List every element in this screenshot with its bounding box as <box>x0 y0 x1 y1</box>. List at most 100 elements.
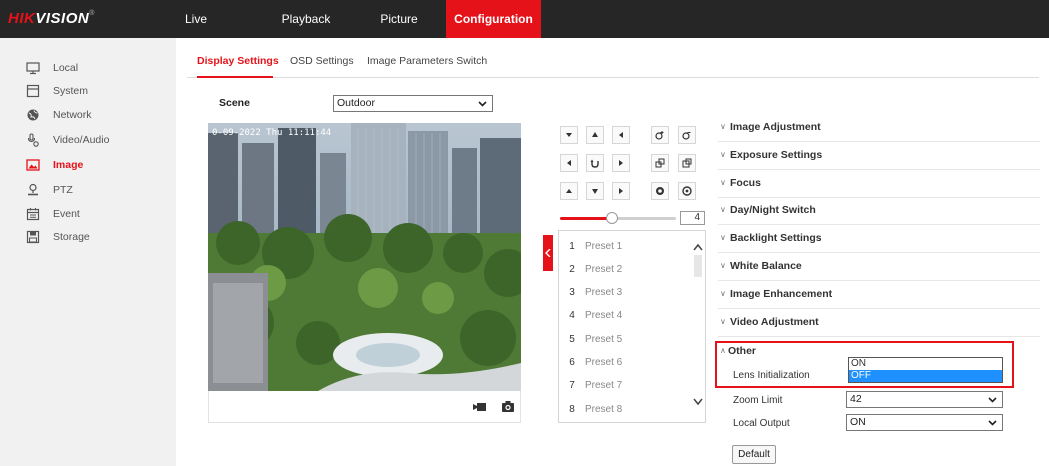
default-button[interactable]: Default <box>732 445 776 464</box>
chevron-left-icon <box>545 249 551 257</box>
preset-item[interactable]: 5 Preset 5 <box>559 328 689 350</box>
ptz-icon <box>28 183 38 196</box>
chevron-down-icon <box>988 420 997 426</box>
ptz-right-button[interactable] <box>612 154 630 172</box>
preset-item[interactable]: 1 Preset 1 <box>559 235 689 257</box>
sidebar-item-network[interactable]: Network <box>26 106 166 124</box>
option-off[interactable]: OFF <box>849 370 1002 382</box>
preset-number: 4 <box>569 310 575 322</box>
preset-name: Preset 8 <box>585 403 623 415</box>
video-osd-timestamp: 0-09-2022 Thu 11:11:44 <box>212 128 331 138</box>
arrow-up-left-icon <box>566 133 572 137</box>
zoom-out-button[interactable] <box>678 126 696 144</box>
slider-fill <box>560 217 613 220</box>
expand-chevron-icon: ∨ <box>720 122 726 131</box>
preset-item[interactable]: 4 Preset 4 <box>559 305 689 327</box>
section-title: Backlight Settings <box>730 232 822 244</box>
tab-osd-settings[interactable]: OSD Settings <box>290 55 354 67</box>
iris-open-button[interactable] <box>651 182 669 200</box>
preset-number: 3 <box>569 287 575 299</box>
ptz-down-left-button[interactable] <box>560 182 578 200</box>
chevron-down-icon[interactable] <box>693 398 703 406</box>
preset-name: Preset 6 <box>585 357 623 368</box>
section-image-adjustment[interactable]: ∨ Image Adjustment <box>718 114 1040 142</box>
local-output-value: ON <box>850 416 866 428</box>
tab-live-view[interactable]: Live View <box>176 0 216 64</box>
tab-image-parameters-switch[interactable]: Image Parameters Switch <box>367 55 487 67</box>
section-video-adjustment[interactable]: ∨ Video Adjustment <box>718 309 1040 337</box>
top-navigation-bar: HIKVISION® Live View Playback Picture Co… <box>0 0 1049 64</box>
preset-item[interactable]: 2 Preset 2 <box>559 258 689 280</box>
preset-scrollbar[interactable] <box>691 231 705 422</box>
section-exposure-settings[interactable]: ∨ Exposure Settings <box>718 142 1040 170</box>
tab-playback[interactable]: Playback <box>275 0 337 38</box>
expand-chevron-icon: ∨ <box>720 205 726 214</box>
section-other[interactable]: ∧ Other <box>720 345 840 361</box>
sidebar-item-label: Event <box>53 208 80 220</box>
sidebar-item-ptz[interactable]: PTZ <box>26 181 166 199</box>
preset-number: 1 <box>569 240 575 252</box>
section-day-night-switch[interactable]: ∨ Day/Night Switch <box>718 197 1040 225</box>
expand-chevron-icon: ∨ <box>720 178 726 187</box>
expand-chevron-icon: ∨ <box>720 289 726 298</box>
section-title: Focus <box>730 177 761 189</box>
iris-close-button[interactable] <box>678 182 696 200</box>
slider-handle[interactable] <box>606 212 619 224</box>
ptz-speed-value: 4 <box>680 211 705 225</box>
preset-item[interactable]: 3 Preset 3 <box>559 282 689 304</box>
focus-far-icon <box>682 158 692 168</box>
sidebar-item-label: Network <box>53 109 92 121</box>
ptz-auto-button[interactable] <box>586 154 604 172</box>
sidebar-item-system[interactable]: System <box>26 82 166 100</box>
ptz-left-button[interactable] <box>560 154 578 172</box>
preset-name: Preset 7 <box>585 380 623 392</box>
preset-item[interactable]: 7 Preset 7 <box>559 375 689 397</box>
sidebar-item-video-audio[interactable]: Video/Audio <box>26 131 166 149</box>
zoom-limit-select[interactable]: 42 <box>846 391 1003 408</box>
rotate-icon <box>590 159 599 168</box>
focus-far-button[interactable] <box>678 154 696 172</box>
sidebar-item-storage[interactable]: Storage <box>26 228 166 246</box>
sidebar-item-local[interactable]: Local <box>26 59 166 77</box>
zoom-in-button[interactable] <box>651 126 669 144</box>
sidebar-item-label: Local <box>53 62 79 74</box>
arrow-left-icon <box>567 160 571 166</box>
sidebar-item-image[interactable]: Image <box>26 156 166 174</box>
option-on[interactable]: ON <box>849 358 1002 370</box>
scene-select[interactable]: Outdoor <box>333 95 493 112</box>
ptz-down-button[interactable] <box>586 182 604 200</box>
zoom-in-icon <box>655 131 664 140</box>
ptz-up-button[interactable] <box>586 126 604 144</box>
preset-number: 5 <box>569 333 575 345</box>
local-output-select[interactable]: ON <box>846 414 1003 431</box>
preset-item[interactable]: 8 Preset 8 <box>559 398 689 420</box>
tab-configuration[interactable]: Configuration <box>446 0 541 38</box>
sidebar-item-event[interactable]: Event <box>26 205 166 223</box>
ptz-up-right-button[interactable] <box>612 126 630 144</box>
preset-number: 2 <box>569 263 575 275</box>
tab-display-settings[interactable]: Display Settings <box>197 55 279 67</box>
section-white-balance[interactable]: ∨ White Balance <box>718 253 1040 281</box>
focus-near-button[interactable] <box>651 154 669 172</box>
snapshot-icon[interactable] <box>501 400 515 413</box>
ptz-speed-slider[interactable] <box>560 212 676 224</box>
lens-initialization-dropdown[interactable]: ON OFF <box>848 357 1003 383</box>
video-audio-icon <box>27 133 39 147</box>
section-image-enhancement[interactable]: ∨ Image Enhancement <box>718 281 1040 309</box>
preset-item[interactable]: 6 Preset 6 <box>559 352 689 374</box>
chevron-up-icon[interactable] <box>693 243 703 251</box>
ptz-up-left-button[interactable] <box>560 126 578 144</box>
preset-name: Preset 4 <box>585 310 623 322</box>
scrollbar-thumb[interactable] <box>694 255 702 277</box>
tab-picture[interactable]: Picture <box>375 0 423 38</box>
image-icon <box>26 159 40 171</box>
record-icon[interactable] <box>473 401 487 413</box>
ptz-down-right-button[interactable] <box>612 182 630 200</box>
scene-label: Scene <box>219 97 250 109</box>
section-title: Video Adjustment <box>730 316 819 328</box>
sidebar-item-label: Storage <box>53 231 90 243</box>
panel-collapse-toggle[interactable] <box>543 235 553 271</box>
section-focus[interactable]: ∨ Focus <box>718 170 1040 198</box>
live-video-preview[interactable]: 0-09-2022 Thu 11:11:44 <box>208 123 521 391</box>
section-backlight-settings[interactable]: ∨ Backlight Settings <box>718 225 1040 253</box>
